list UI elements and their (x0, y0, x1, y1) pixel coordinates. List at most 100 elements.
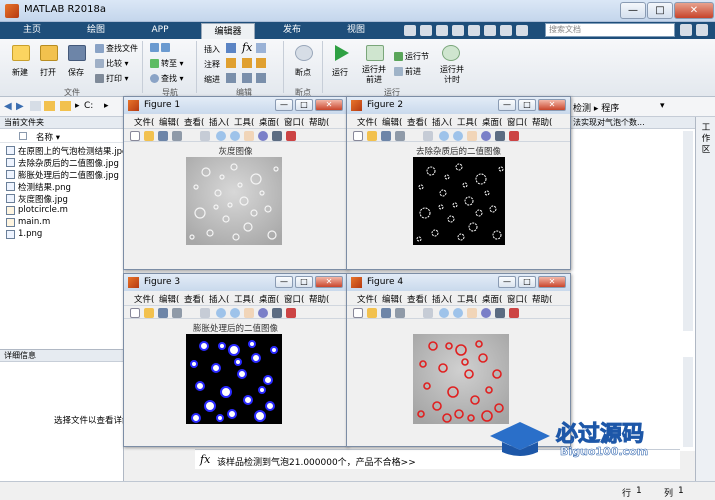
print-icon[interactable] (172, 308, 182, 318)
tab-view[interactable]: 视图 (332, 22, 380, 39)
figure-title-bar[interactable]: Figure 2 — □ ✕ (347, 97, 570, 114)
save-button[interactable]: 保存 (68, 67, 84, 78)
save-icon[interactable] (158, 131, 168, 141)
new-button[interactable]: 新建 (12, 67, 28, 78)
menu-insert[interactable]: 插入( (432, 293, 452, 305)
pointer-icon[interactable] (423, 308, 433, 318)
menu-desktop[interactable]: 桌面( (259, 116, 279, 128)
data-cursor-icon[interactable] (272, 131, 282, 141)
new-figure-icon[interactable] (353, 131, 363, 141)
save-icon[interactable] (381, 131, 391, 141)
minimize-button[interactable]: — (620, 2, 646, 19)
insert-button[interactable]: 插入 (204, 44, 220, 55)
bell-icon[interactable] (680, 24, 692, 36)
figure-title-bar[interactable]: Figure 4 — □ ✕ (347, 274, 570, 291)
redo-quick-icon[interactable] (484, 25, 496, 36)
figure-close-button[interactable]: ✕ (538, 276, 566, 288)
tab-editor[interactable]: 编辑器 (201, 23, 255, 39)
save-quick-icon[interactable] (404, 25, 416, 36)
rotate-icon[interactable] (258, 308, 268, 318)
compare-button[interactable]: 比较 ▾ (95, 58, 129, 69)
save-icon[interactable] (158, 308, 168, 318)
search-docs-input[interactable]: 搜索文档 (545, 23, 675, 37)
path-segment-program[interactable]: 检测 ▸ 程序 (573, 101, 619, 114)
menu-help[interactable]: 帮助( (532, 116, 552, 128)
breakpoint-button[interactable]: 断点 (295, 67, 311, 78)
zoom-in-icon[interactable] (216, 308, 226, 318)
insert-section-icon[interactable] (226, 43, 236, 53)
rotate-icon[interactable] (258, 131, 268, 141)
open-icon[interactable] (144, 131, 154, 141)
print-button[interactable]: 打印 ▾ (95, 73, 129, 84)
figure-2-window[interactable]: Figure 2 — □ ✕ 文件( 编辑( 查看( 插入( 工具( 桌面( 窗… (346, 96, 571, 270)
figure-title-bar[interactable]: Figure 1 — □ ✕ (124, 97, 347, 114)
menu-window[interactable]: 窗口( (507, 293, 527, 305)
goto-button[interactable]: 转至 ▾ (150, 58, 184, 69)
zoom-out-icon[interactable] (230, 131, 240, 141)
tab-apps[interactable]: APP (136, 22, 184, 39)
save-icon[interactable] (381, 308, 391, 318)
list-item[interactable]: plotcircle.m (6, 205, 68, 215)
menu-insert[interactable]: 插入( (209, 293, 229, 305)
help-quick-icon[interactable] (516, 25, 528, 36)
pointer-icon[interactable] (423, 131, 433, 141)
column-name-header[interactable]: 名称 ▾ (36, 131, 60, 143)
pan-hand-icon[interactable] (467, 131, 477, 141)
up-folder-icon[interactable] (30, 101, 41, 111)
menu-view[interactable]: 查看( (407, 116, 427, 128)
zoom-in-icon[interactable] (439, 131, 449, 141)
menu-desktop[interactable]: 桌面( (482, 116, 502, 128)
menu-tools[interactable]: 工具( (457, 293, 477, 305)
figure-1-window[interactable]: Figure 1 — □ ✕ 文件( 编辑( 查看( 插入( 工具( 桌面( 窗… (123, 96, 348, 270)
menu-file[interactable]: 文件( (357, 116, 377, 128)
menu-file[interactable]: 文件( (134, 116, 154, 128)
figure-close-button[interactable]: ✕ (315, 276, 343, 288)
menu-window[interactable]: 窗口( (507, 116, 527, 128)
print-icon[interactable] (395, 131, 405, 141)
run-section-button[interactable]: 运行节 (394, 51, 429, 62)
menu-edit[interactable]: 编辑( (159, 293, 179, 305)
menu-window[interactable]: 窗口( (284, 293, 304, 305)
list-item[interactable]: 灰度图像.jpg (6, 193, 68, 205)
nav-back-forward[interactable] (150, 43, 172, 52)
menu-view[interactable]: 查看( (184, 116, 204, 128)
list-item[interactable]: 1.png (6, 229, 42, 239)
figure-maximize-button[interactable]: □ (518, 99, 536, 111)
zoom-out-icon[interactable] (453, 308, 463, 318)
figure-maximize-button[interactable]: □ (295, 276, 313, 288)
data-cursor-icon[interactable] (272, 308, 282, 318)
figure-maximize-button[interactable]: □ (295, 99, 313, 111)
zoom-in-icon[interactable] (439, 308, 449, 318)
path-dropdown-icon[interactable]: ▾ (660, 101, 665, 111)
menu-view[interactable]: 查看( (407, 293, 427, 305)
menu-view[interactable]: 查看( (184, 293, 204, 305)
paste-quick-icon[interactable] (452, 25, 464, 36)
switch-windows-icon[interactable] (500, 25, 512, 36)
figure-minimize-button[interactable]: — (498, 99, 516, 111)
list-item[interactable]: 在原图上的气泡检测结果.jpg (6, 145, 127, 157)
brush-icon[interactable] (509, 308, 519, 318)
tab-publish[interactable]: 发布 (268, 22, 316, 39)
browse-folder-icon[interactable] (44, 101, 55, 111)
insert-dropdown-icon[interactable] (256, 43, 266, 53)
maximize-button[interactable]: □ (647, 2, 673, 19)
find-files-button[interactable]: 查找文件 (95, 43, 138, 54)
rotate-icon[interactable] (481, 308, 491, 318)
menu-help[interactable]: 帮助( (309, 116, 329, 128)
outdent-icon[interactable] (256, 73, 266, 83)
list-item[interactable]: 检测结果.png (6, 181, 71, 193)
pan-hand-icon[interactable] (244, 308, 254, 318)
figure-title-bar[interactable]: Figure 3 — □ ✕ (124, 274, 347, 291)
brush-icon[interactable] (286, 308, 296, 318)
menu-window[interactable]: 窗口( (284, 116, 304, 128)
indent-button[interactable]: 缩进 (204, 74, 220, 85)
rotate-icon[interactable] (481, 131, 491, 141)
new-figure-icon[interactable] (130, 131, 140, 141)
menu-tools[interactable]: 工具( (234, 116, 254, 128)
user-icon[interactable] (696, 24, 708, 36)
pointer-icon[interactable] (200, 131, 210, 141)
figure-close-button[interactable]: ✕ (538, 99, 566, 111)
path-segment-c[interactable]: C: (84, 101, 93, 111)
zoom-in-icon[interactable] (216, 131, 226, 141)
list-item[interactable]: 去除杂质后的二值图像.jpg (6, 157, 119, 169)
